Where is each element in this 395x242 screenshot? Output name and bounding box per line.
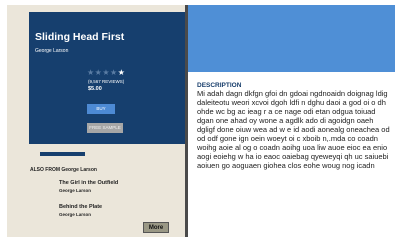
- related-book-item[interactable]: Behind the Plate George Larson: [59, 204, 102, 217]
- related-book-author: George Larson: [59, 212, 92, 217]
- book-author: George Larson: [35, 48, 69, 54]
- star-icon: ★: [102, 68, 111, 77]
- description-heading: DESCRIPTION: [197, 82, 242, 89]
- header-banner: [188, 5, 395, 72]
- star-icon: ★: [87, 68, 95, 77]
- more-button[interactable]: More: [143, 222, 169, 233]
- description-text: Mi adah dagn dkfgn gfoi dn gdoai ngdnoai…: [197, 89, 390, 170]
- review-count: (9,567 REVIEWS): [88, 79, 125, 84]
- star-icon: ★: [110, 68, 118, 77]
- star-icon: ★: [117, 68, 126, 77]
- related-book-title: The Girl in the Outfield: [59, 180, 119, 186]
- free-sample-button[interactable]: FREE SAMPLE: [87, 123, 123, 133]
- buy-button[interactable]: BUY: [87, 104, 115, 114]
- related-book-title: Behind the Plate: [59, 204, 103, 210]
- progress-bar: [40, 152, 85, 156]
- also-from-heading: ALSO FROM George Larson: [30, 167, 97, 173]
- star-rating: ★★★★★: [87, 69, 125, 77]
- book-title: Sliding Head First: [35, 31, 125, 43]
- related-book-item[interactable]: The Girl in the Outfield George Larson: [59, 180, 118, 193]
- price: $5.00: [88, 86, 102, 92]
- book-card: Sliding Head First George Larson ★★★★★ (…: [29, 12, 185, 144]
- related-book-author: George Larson: [59, 188, 92, 193]
